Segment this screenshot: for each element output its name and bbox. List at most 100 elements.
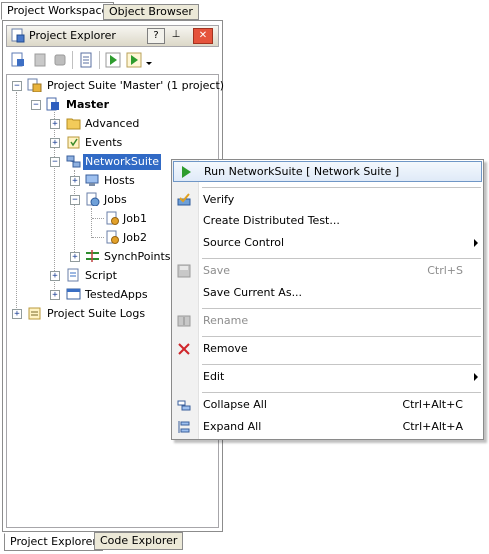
expand-toggle-synchpoints[interactable]: +	[70, 252, 80, 262]
project-explorer-icon	[11, 28, 25, 43]
menu-item-verify[interactable]: Verify	[172, 189, 483, 210]
expand-all-icon	[178, 421, 190, 433]
expand-toggle-networksuite[interactable]: −	[50, 157, 60, 167]
menu-item-label: Edit	[203, 370, 225, 383]
help-button[interactable]: ?	[147, 28, 165, 44]
menu-item-source-control[interactable]: Source Control	[172, 232, 483, 253]
menu-item-save-current-as[interactable]: Save Current As...	[172, 282, 483, 303]
expand-toggle-advanced[interactable]: +	[50, 119, 60, 129]
tree-label: Advanced	[85, 117, 140, 130]
tab-project-workspace[interactable]: Project Workspace	[1, 2, 115, 20]
tab-code-explorer[interactable]: Code Explorer	[94, 532, 184, 550]
run-icon	[182, 166, 191, 178]
expand-toggle-script[interactable]: +	[50, 271, 60, 281]
run-dropdown-icon[interactable]	[146, 62, 152, 65]
menu-separator	[202, 258, 481, 259]
logs-icon	[28, 307, 41, 320]
menu-item-label: Create Distributed Test...	[203, 214, 340, 227]
script-icon	[67, 268, 79, 282]
synchpoints-icon	[86, 250, 99, 262]
explorer-header: Project Explorer ? ⊥ ✕	[6, 25, 219, 47]
toolbar-separator	[99, 51, 100, 69]
menu-item-shortcut: Ctrl+Alt+A	[402, 420, 463, 433]
menu-item-shortcut: Ctrl+Alt+C	[402, 398, 463, 411]
expand-toggle-suite[interactable]: −	[12, 81, 22, 91]
menu-item-label: Source Control	[203, 236, 285, 249]
submenu-arrow-icon	[474, 239, 478, 247]
menu-item-label: Collapse All	[203, 398, 267, 411]
expand-toggle-hosts[interactable]: +	[70, 176, 80, 186]
tree-line	[92, 237, 104, 238]
menu-separator	[202, 187, 481, 188]
menu-separator	[202, 308, 481, 309]
hosts-icon	[85, 174, 99, 186]
jobs-icon	[86, 192, 100, 206]
menu-item-label: Verify	[203, 193, 235, 206]
expand-toggle-testedapps[interactable]: +	[50, 290, 60, 300]
expand-toggle-master[interactable]: −	[31, 100, 41, 110]
remove-icon	[178, 343, 190, 355]
tree-label: NetworkSuite	[85, 155, 160, 168]
submenu-arrow-icon	[474, 373, 478, 381]
menu-item-label: Expand All	[203, 420, 262, 433]
menu-item-label: Run NetworkSuite [ Network Suite ]	[204, 165, 400, 178]
explorer-toolbar	[6, 48, 217, 72]
menu-item-shortcut: Ctrl+S	[427, 264, 463, 277]
menu-item-edit[interactable]: Edit	[172, 366, 483, 387]
tree-label: Events	[85, 136, 123, 149]
menu-item-collapse-all[interactable]: Collapse All Ctrl+Alt+C	[172, 394, 483, 415]
tree-label: TestedApps	[85, 288, 148, 301]
tree-label: Jobs	[104, 193, 127, 206]
tree-line	[16, 92, 17, 314]
folder-icon	[66, 118, 81, 130]
tab-project-explorer[interactable]: Project Explorer	[4, 533, 103, 551]
tab-project-explorer-label: Project Explorer	[10, 535, 97, 548]
menu-separator	[202, 364, 481, 365]
new-project-icon[interactable]	[10, 52, 26, 68]
job-icon	[106, 230, 119, 244]
menu-item-label: Remove	[203, 342, 248, 355]
menu-item-remove[interactable]: Remove	[172, 338, 483, 359]
save-icon	[177, 264, 191, 278]
job-icon	[106, 211, 119, 225]
add-item-icon[interactable]	[32, 52, 48, 68]
expand-toggle-logs[interactable]: +	[12, 309, 22, 319]
run-selected-icon[interactable]	[126, 52, 142, 68]
tree-label: SynchPoints	[104, 250, 171, 263]
properties-icon[interactable]	[78, 52, 94, 68]
events-icon	[67, 136, 80, 149]
tree-item-networksuite[interactable]: NetworkSuite	[83, 154, 162, 170]
tree-label: Job2	[123, 231, 147, 244]
project-suite-icon	[27, 78, 42, 92]
menu-separator	[202, 336, 481, 337]
menu-item-save[interactable]: Save Ctrl+S	[172, 260, 483, 281]
pin-button[interactable]: ⊥	[168, 28, 184, 42]
remove-item-icon[interactable]	[52, 52, 68, 68]
tab-object-browser[interactable]: Object Browser	[103, 4, 199, 20]
tree-label: Hosts	[104, 174, 135, 187]
tree-label: Script	[85, 269, 117, 282]
close-button[interactable]: ✕	[193, 28, 213, 44]
help-label: ?	[153, 30, 159, 41]
verify-icon	[177, 193, 191, 206]
tree-label: Project Suite 'Master' (1 project)	[47, 79, 225, 92]
tab-object-browser-label: Object Browser	[109, 5, 193, 18]
rename-icon	[177, 315, 191, 327]
tree-line	[91, 208, 92, 238]
explorer-title: Project Explorer	[29, 29, 116, 42]
menu-item-label: Save Current As...	[203, 286, 303, 299]
expand-toggle-jobs[interactable]: −	[70, 195, 80, 205]
run-icon[interactable]	[105, 52, 121, 68]
tested-apps-icon	[66, 288, 81, 300]
tab-code-explorer-label: Code Explorer	[100, 534, 178, 547]
close-label: ✕	[198, 30, 208, 41]
expand-toggle-events[interactable]: +	[50, 138, 60, 148]
menu-item-expand-all[interactable]: Expand All Ctrl+Alt+A	[172, 416, 483, 437]
menu-item-create-distributed-test[interactable]: Create Distributed Test...	[172, 210, 483, 231]
pin-label: ⊥	[171, 29, 181, 40]
menu-item-label: Rename	[203, 314, 249, 327]
menu-item-run[interactable]: Run NetworkSuite [ Network Suite ]	[173, 161, 482, 182]
tree-label: Job1	[123, 212, 147, 225]
menu-item-rename[interactable]: Rename	[172, 310, 483, 331]
collapse-all-icon	[177, 400, 191, 411]
